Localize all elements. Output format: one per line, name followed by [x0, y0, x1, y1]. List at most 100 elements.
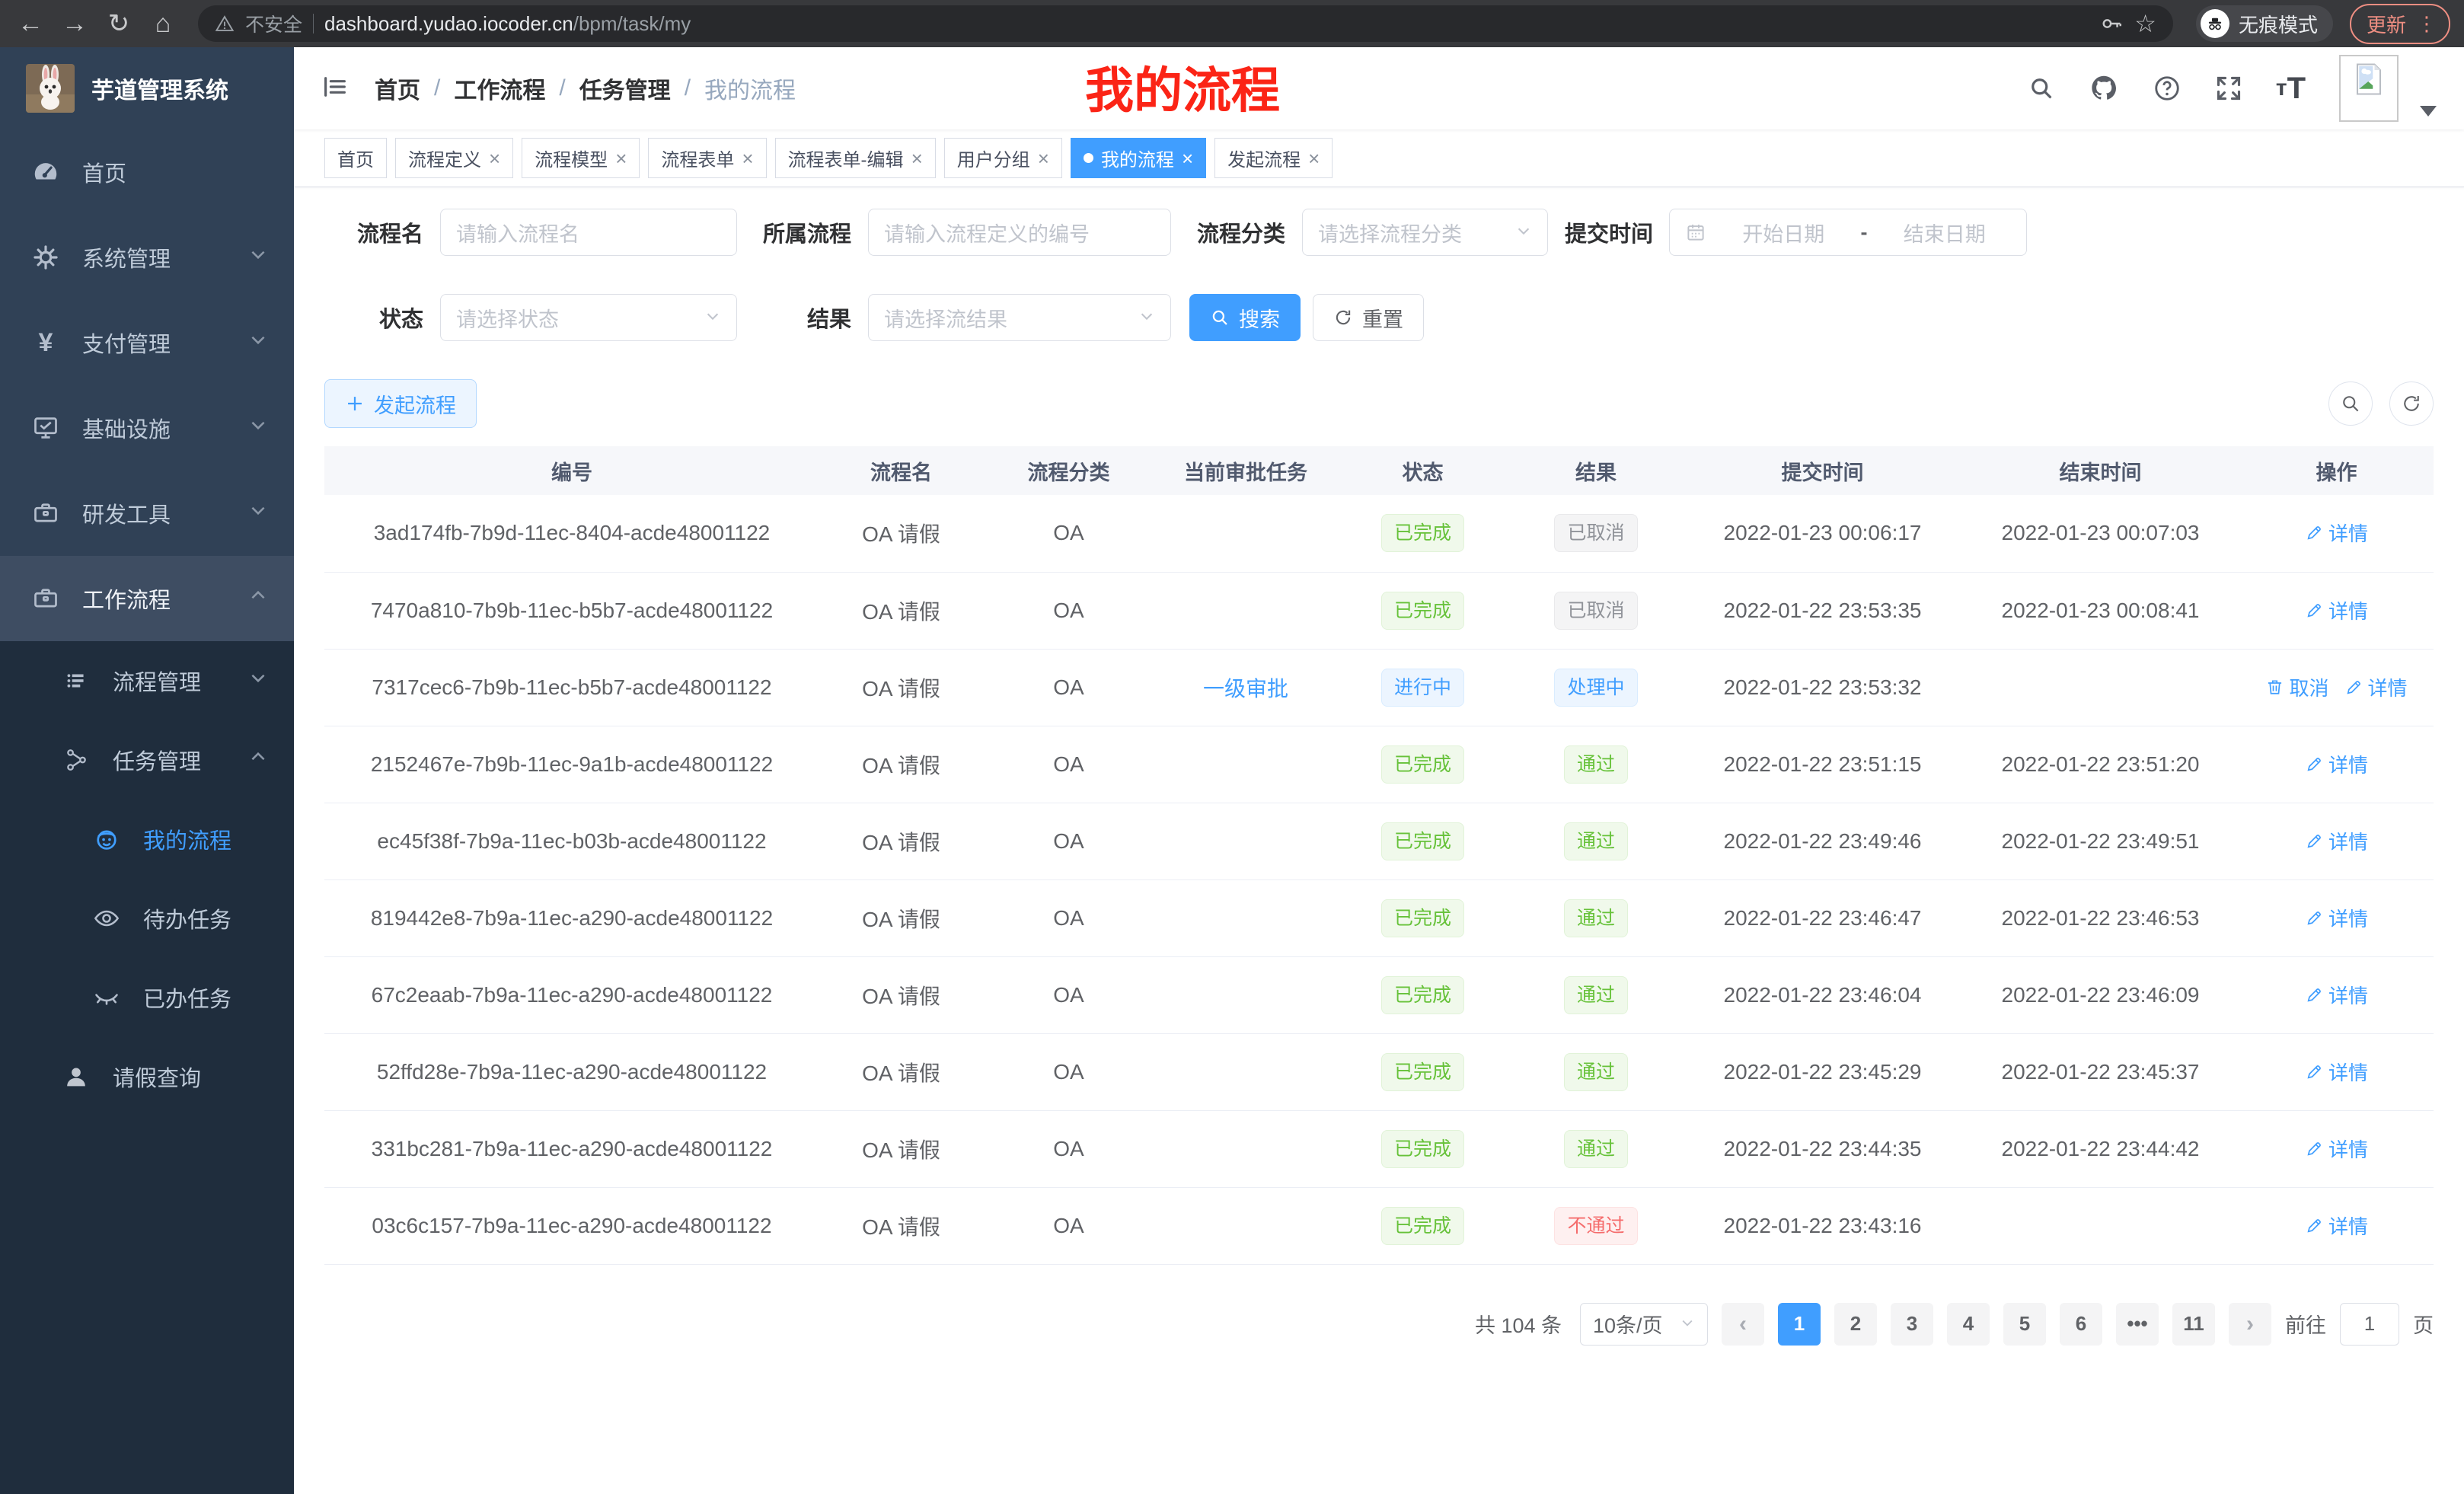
- reset-button[interactable]: 重置: [1313, 294, 1424, 341]
- breadcrumb-task-mgmt[interactable]: 任务管理: [579, 72, 671, 105]
- bookmark-star-icon[interactable]: ☆: [2134, 9, 2156, 38]
- close-icon[interactable]: ×: [1182, 148, 1193, 168]
- page-size-select[interactable]: 10条/页: [1580, 1303, 1708, 1346]
- search-icon[interactable]: [2028, 75, 2055, 102]
- start-date-input[interactable]: 开始日期: [1717, 218, 1850, 247]
- page-button-11[interactable]: 11: [2172, 1303, 2215, 1346]
- warning-icon: [215, 14, 235, 34]
- cancel-action[interactable]: 取消: [2265, 673, 2328, 701]
- page-button-4[interactable]: 4: [1947, 1303, 1990, 1346]
- detail-action[interactable]: 详情: [2305, 1058, 2368, 1086]
- app-logo-row[interactable]: 芋道管理系统: [0, 47, 294, 129]
- parent-process-input[interactable]: 请输入流程定义的编号: [868, 209, 1171, 256]
- sidebar-item-done-tasks[interactable]: 已办任务: [0, 958, 294, 1037]
- sidebar-item-process-mgmt[interactable]: 流程管理: [0, 641, 294, 720]
- page-ellipsis[interactable]: •••: [2116, 1303, 2159, 1346]
- sidebar-item-label: 我的流程: [143, 823, 231, 855]
- next-page-button[interactable]: ›: [2229, 1303, 2271, 1346]
- detail-action[interactable]: 详情: [2305, 519, 2368, 547]
- page-button-3[interactable]: 3: [1891, 1303, 1933, 1346]
- detail-action[interactable]: 详情: [2305, 827, 2368, 855]
- detail-action[interactable]: 详情: [2305, 1135, 2368, 1163]
- breadcrumb-home[interactable]: 首页: [375, 72, 420, 105]
- tab-process-definition[interactable]: 流程定义×: [395, 138, 513, 178]
- back-icon[interactable]: ←: [14, 11, 47, 37]
- font-size-icon[interactable]: тT: [2276, 72, 2306, 106]
- browser-menu-icon[interactable]: ⋮: [2417, 12, 2437, 36]
- close-icon[interactable]: ×: [615, 148, 627, 168]
- sidebar-item-workflow[interactable]: 工作流程: [0, 556, 294, 641]
- tab-home[interactable]: 首页: [324, 138, 387, 178]
- start-process-button[interactable]: 发起流程: [324, 379, 477, 428]
- goto-page-input[interactable]: [2340, 1303, 2399, 1346]
- content: 流程名 请输入流程名 所属流程 请输入流程定义的编号 流程分类 请选择流程分类 …: [294, 187, 2464, 1494]
- col-end-time: 结束时间: [1961, 446, 2239, 495]
- tab-my-process[interactable]: 我的流程×: [1071, 138, 1206, 178]
- sidebar-item-task-mgmt[interactable]: 任务管理: [0, 720, 294, 800]
- sidebar-item-infra[interactable]: 基础设施: [0, 385, 294, 471]
- delete-icon: [2265, 678, 2284, 697]
- category-select[interactable]: 请选择流程分类: [1302, 209, 1548, 256]
- reload-icon[interactable]: ↻: [102, 11, 136, 37]
- address-bar[interactable]: 不安全 dashboard.yudao.iocoder.cn/bpm/task/…: [198, 5, 2173, 42]
- current-task-link[interactable]: 一级审批: [1203, 677, 1288, 701]
- table-toolbar: 发起流程: [324, 379, 2434, 428]
- key-icon[interactable]: [2101, 12, 2124, 35]
- tab-start-process[interactable]: 发起流程×: [1214, 138, 1333, 178]
- cell-actions: 详情: [2239, 803, 2434, 879]
- page-button-5[interactable]: 5: [2003, 1303, 2046, 1346]
- sidebar-item-todo-tasks[interactable]: 待办任务: [0, 879, 294, 958]
- detail-action[interactable]: 详情: [2305, 1211, 2368, 1240]
- avatar[interactable]: [2339, 55, 2399, 122]
- sidebar-item-leave-query[interactable]: 请假查询: [0, 1037, 294, 1116]
- tab-process-form[interactable]: 流程表单×: [648, 138, 766, 178]
- tab-user-group[interactable]: 用户分组×: [944, 138, 1062, 178]
- sidebar-item-label: 首页: [82, 156, 126, 188]
- avatar-caret-icon[interactable]: [2420, 106, 2437, 117]
- chevron-down-icon: [248, 668, 268, 694]
- edit-icon: [2305, 832, 2324, 851]
- tags-view: 首页 流程定义× 流程模型× 流程表单× 流程表单-编辑× 用户分组× 我的流程…: [294, 129, 2464, 187]
- sidebar-item-my-process[interactable]: 我的流程: [0, 800, 294, 879]
- cell-category: OA: [983, 879, 1154, 956]
- tab-process-form-edit[interactable]: 流程表单-编辑×: [775, 138, 936, 178]
- home-icon[interactable]: ⌂: [146, 11, 180, 37]
- detail-action[interactable]: 详情: [2305, 904, 2368, 932]
- sidebar-item-devtools[interactable]: 研发工具: [0, 471, 294, 556]
- refresh-table-button[interactable]: [2389, 381, 2434, 426]
- prev-page-button[interactable]: ‹: [1722, 1303, 1764, 1346]
- sidebar-item-payment[interactable]: ¥ 支付管理: [0, 300, 294, 385]
- sidebar-item-system[interactable]: 系统管理: [0, 215, 294, 300]
- forward-icon[interactable]: →: [58, 11, 91, 37]
- close-icon[interactable]: ×: [1308, 148, 1320, 168]
- close-icon[interactable]: ×: [742, 148, 753, 168]
- status-select[interactable]: 请选择状态: [440, 294, 737, 341]
- page-button-1[interactable]: 1: [1778, 1303, 1821, 1346]
- help-icon[interactable]: [2153, 74, 2182, 103]
- search-button[interactable]: 搜索: [1189, 294, 1301, 341]
- sidebar-collapse-icon[interactable]: [321, 73, 349, 104]
- result-select[interactable]: 请选择流结果: [868, 294, 1171, 341]
- submit-time-range-picker[interactable]: 开始日期 - 结束日期: [1669, 209, 2027, 256]
- detail-action[interactable]: 详情: [2305, 981, 2368, 1009]
- update-button[interactable]: 更新 ⋮: [2350, 4, 2450, 44]
- edit-icon: [2344, 678, 2363, 697]
- fullscreen-icon[interactable]: [2215, 75, 2242, 102]
- breadcrumb-workflow[interactable]: 工作流程: [454, 72, 545, 105]
- detail-action[interactable]: 详情: [2305, 750, 2368, 778]
- toggle-search-button[interactable]: [2328, 381, 2373, 426]
- end-date-input[interactable]: 结束日期: [1878, 218, 2012, 247]
- cell-actions: 取消详情: [2239, 649, 2434, 726]
- cell-current-task[interactable]: 一级审批: [1154, 649, 1337, 726]
- close-icon[interactable]: ×: [911, 148, 923, 168]
- page-button-6[interactable]: 6: [2060, 1303, 2102, 1346]
- tab-process-model[interactable]: 流程模型×: [522, 138, 640, 178]
- detail-action[interactable]: 详情: [2305, 596, 2368, 624]
- close-icon[interactable]: ×: [489, 148, 500, 168]
- github-icon[interactable]: [2089, 73, 2119, 104]
- process-name-input[interactable]: 请输入流程名: [440, 209, 737, 256]
- sidebar-item-home[interactable]: 首页: [0, 129, 294, 215]
- page-button-2[interactable]: 2: [1834, 1303, 1877, 1346]
- detail-action[interactable]: 详情: [2344, 673, 2408, 701]
- close-icon[interactable]: ×: [1038, 148, 1049, 168]
